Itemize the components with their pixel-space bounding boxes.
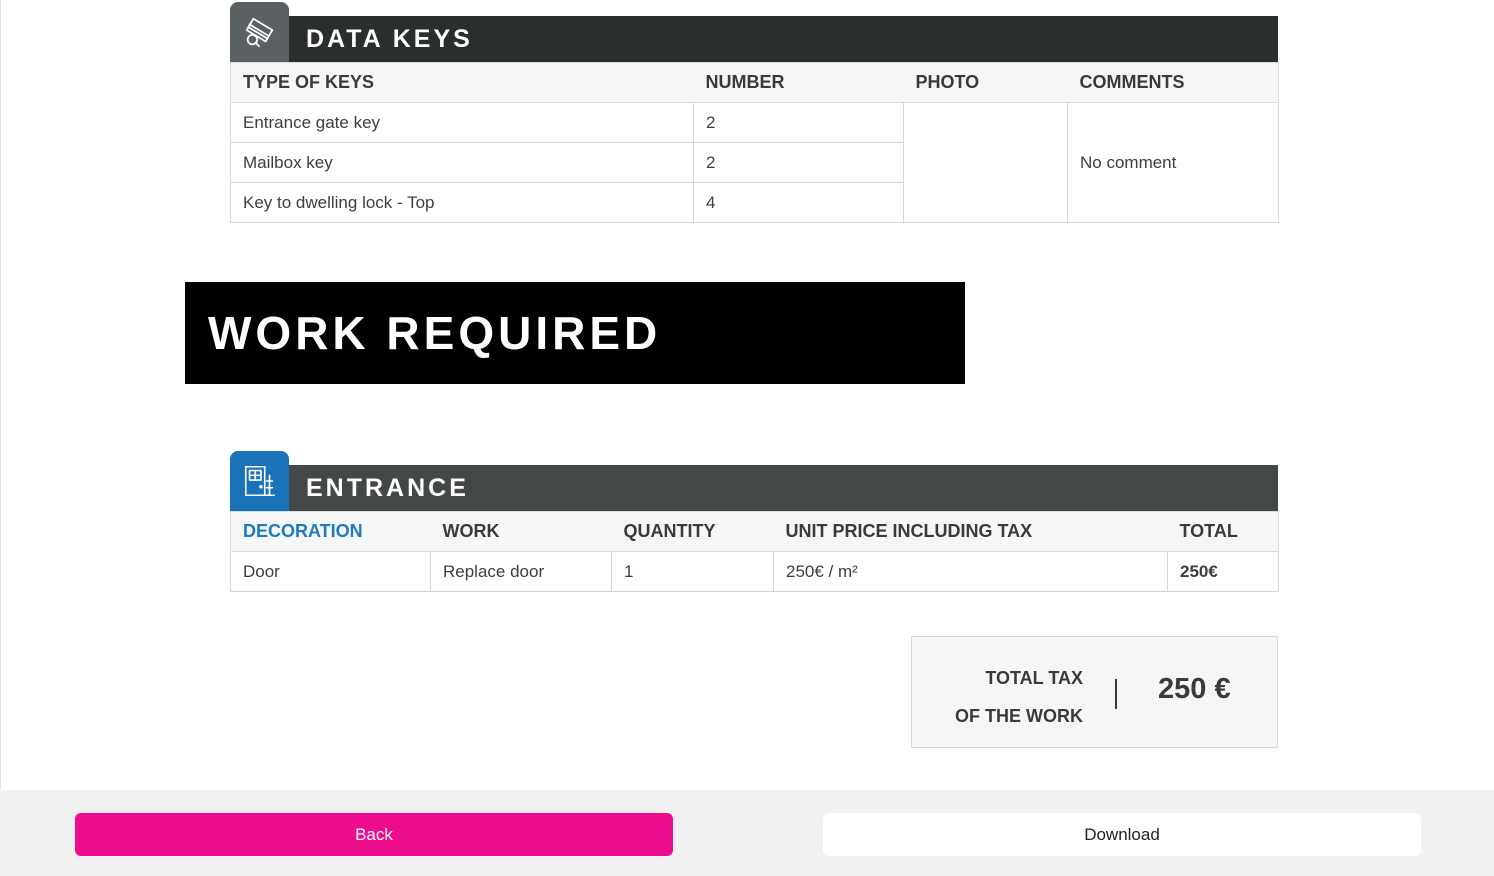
total-divider xyxy=(1115,679,1117,709)
col-number: NUMBER xyxy=(693,62,904,103)
col-unit-price: UNIT PRICE INCLUDING TAX xyxy=(773,511,1168,552)
col-comments: COMMENTS xyxy=(1067,62,1279,103)
key-type-cell: Entrance gate key xyxy=(230,102,694,143)
unit-price-cell: 250€ / m² xyxy=(773,551,1168,592)
keys-table-header-row: TYPE OF KEYS NUMBER PHOTO COMMENTS xyxy=(230,62,1279,103)
total-label-line2: OF THE WORK xyxy=(955,706,1083,726)
col-type-of-keys: TYPE OF KEYS xyxy=(230,62,694,103)
entrance-section-title: ENTRANCE xyxy=(230,465,1278,511)
col-quantity: QUANTITY xyxy=(611,511,774,552)
page-edge xyxy=(0,0,1,790)
col-total: TOTAL xyxy=(1167,511,1279,552)
total-amount: 250 € xyxy=(1158,673,1231,705)
entrance-table: DECORATION WORK QUANTITY UNIT PRICE INCL… xyxy=(230,511,1279,592)
work-required-banner: WORK REQUIRED xyxy=(185,282,965,384)
key-type-cell: Key to dwelling lock - Top xyxy=(230,182,694,223)
door-icon xyxy=(230,451,289,511)
key-photo-cell xyxy=(903,102,1068,223)
quantity-cell: 1 xyxy=(611,551,774,592)
key-comment-cell: No comment xyxy=(1067,102,1279,223)
keys-table: TYPE OF KEYS NUMBER PHOTO COMMENTS Entra… xyxy=(230,62,1279,223)
total-label: TOTAL TAX OF THE WORK xyxy=(955,659,1083,735)
footer-bar: Back Download xyxy=(0,790,1494,876)
total-summary-box: TOTAL TAX OF THE WORK 250 € xyxy=(911,636,1278,748)
key-type-cell: Mailbox key xyxy=(230,142,694,183)
entrance-table-header-row: DECORATION WORK QUANTITY UNIT PRICE INCL… xyxy=(230,511,1279,552)
col-decoration: DECORATION xyxy=(230,511,431,552)
key-number-cell: 2 xyxy=(693,142,904,183)
total-label-line1: TOTAL TAX xyxy=(985,668,1083,688)
col-photo: PHOTO xyxy=(903,62,1068,103)
keys-icon xyxy=(230,2,289,62)
col-work: WORK xyxy=(430,511,612,552)
back-button[interactable]: Back xyxy=(75,813,673,856)
keys-section-title: DATA KEYS xyxy=(230,16,1278,62)
table-row: Door Replace door 1 250€ / m² 250€ xyxy=(230,551,1279,592)
download-button[interactable]: Download xyxy=(823,813,1421,856)
row-total-cell: 250€ xyxy=(1167,551,1279,592)
decoration-cell: Door xyxy=(230,551,431,592)
work-cell: Replace door xyxy=(430,551,612,592)
key-number-cell: 2 xyxy=(693,102,904,143)
table-row: Entrance gate key 2 No comment xyxy=(230,102,1279,223)
key-number-cell: 4 xyxy=(693,182,904,223)
